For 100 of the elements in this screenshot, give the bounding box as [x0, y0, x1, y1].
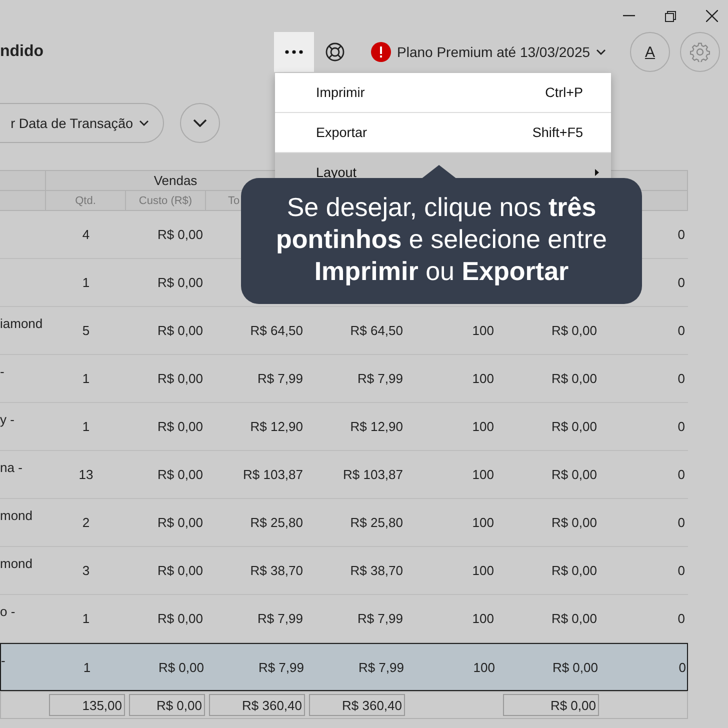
table-cell: y - [0, 412, 14, 427]
plan-dropdown[interactable]: Plano Premium até 13/03/2025 [371, 42, 606, 62]
table-cell: R$ 0,00 [157, 419, 203, 434]
table-cell: R$ 25,80 [350, 515, 403, 530]
table-cell: 5 [82, 323, 90, 338]
table-cell: R$ 64,50 [250, 323, 303, 338]
table-cell: R$ 0,00 [157, 467, 203, 482]
more-icon [285, 50, 303, 54]
more-button[interactable] [274, 32, 314, 72]
table-cell: 1 [82, 371, 90, 386]
table-cell: 4 [82, 227, 90, 242]
table-cell: R$ 0,00 [551, 467, 597, 482]
table-cell: 0 [678, 611, 685, 626]
table-cell: 100 [472, 467, 494, 482]
table-cell: R$ 0,00 [551, 611, 597, 626]
table-cell: 1 [82, 611, 90, 626]
table-cell: R$ 38,70 [350, 563, 403, 578]
table-cell: R$ 0,00 [551, 563, 597, 578]
table-cell: R$ 0,00 [551, 371, 597, 386]
table-row[interactable]: iamond 5 R$ 0,00 R$ 64,50 R$ 64,50 100 R$ 0,00 0 [0, 307, 688, 355]
page-title: ndido [0, 43, 45, 61]
table-cell: mond [0, 556, 33, 571]
chevron-down-icon [596, 49, 606, 55]
submenu-arrow-icon [595, 169, 599, 176]
close-icon[interactable] [706, 10, 718, 22]
table-cell: R$ 7,99 [357, 611, 403, 626]
shortcut-label: Ctrl+P [545, 85, 583, 100]
table-cell: R$ 0,00 [157, 563, 203, 578]
menu-item[interactable]: Imprimir Ctrl+P [275, 73, 611, 113]
table-cell: R$ 0,00 [157, 275, 203, 290]
minimize-icon[interactable] [623, 15, 635, 17]
menu-label: Exportar [316, 125, 368, 140]
table-cell: 1 [82, 275, 90, 290]
table-cell: 100 [472, 515, 494, 530]
table-cell: R$ 12,90 [250, 419, 303, 434]
table-cell: R$ 38,70 [250, 563, 303, 578]
table-cell: - [0, 364, 4, 379]
table-cell: 1 [82, 419, 90, 434]
total-cell: 135,00 [49, 694, 125, 716]
table-cell: 100 [472, 611, 494, 626]
table-cell: R$ 0,00 [551, 515, 597, 530]
table-row[interactable]: mond 3 R$ 0,00 R$ 38,70 R$ 38,70 100 R$ 0,00 0 [0, 547, 688, 595]
table-cell: 100 [473, 660, 495, 674]
menu-label: Layout [316, 165, 357, 180]
table-cell: R$ 0,00 [157, 323, 203, 338]
table-row[interactable]: - 1 R$ 0,00 R$ 7,99 R$ 7,99 100 R$ 0,00 0 [0, 355, 688, 403]
chevron-down-icon [193, 119, 207, 127]
text-style-button[interactable]: A [630, 32, 670, 72]
table-cell: R$ 7,99 [358, 660, 404, 674]
table-cell: 100 [472, 371, 494, 386]
total-cell: R$ 360,40 [309, 694, 405, 716]
table-cell: 0 [678, 275, 685, 290]
table-cell: R$ 0,00 [157, 227, 203, 242]
table-cell: R$ 7,99 [257, 371, 303, 386]
table-row[interactable]: y - 1 R$ 0,00 R$ 12,90 R$ 12,90 100 R$ 0,00 0 [0, 403, 688, 451]
table-cell: 0 [678, 515, 685, 530]
table-cell: 100 [472, 419, 494, 434]
filter-dropdown[interactable]: r Data de Transação [0, 103, 164, 143]
table-cell: R$ 7,99 [357, 371, 403, 386]
table-cell: 3 [82, 563, 90, 578]
table-cell: 100 [472, 323, 494, 338]
total-cell: R$ 0,00 [129, 694, 205, 716]
table-cell: 0 [678, 227, 685, 242]
table-cell: 13 [78, 467, 94, 482]
table-cell: 0 [678, 371, 685, 386]
table-cell: R$ 0,00 [551, 419, 597, 434]
table-cell: R$ 0,00 [157, 515, 203, 530]
table-cell: R$ 103,87 [343, 467, 403, 482]
table-cell: - [1, 653, 6, 668]
table-row[interactable]: - 1 R$ 0,00 R$ 7,99 R$ 7,99 100 R$ 0,00 0 [0, 643, 688, 691]
table-cell: R$ 7,99 [258, 660, 304, 674]
table-cell: 0 [678, 563, 685, 578]
table-cell: R$ 12,90 [350, 419, 403, 434]
table-cell: 2 [82, 515, 90, 530]
settings-icon [690, 42, 710, 62]
lifebuoy-icon[interactable] [325, 42, 345, 62]
table-cell: 0 [678, 419, 685, 434]
table-cell: iamond [0, 316, 43, 331]
shortcut-label: Shift+F5 [532, 125, 583, 140]
table-cell: 100 [472, 563, 494, 578]
table-row[interactable]: mond 2 R$ 0,00 R$ 25,80 R$ 25,80 100 R$ 0,00 0 [0, 499, 688, 547]
table-row[interactable]: na - 13 R$ 0,00 R$ 103,87 R$ 103,87 100 R$ 0,00 0 [0, 451, 688, 499]
table-cell: 0 [678, 660, 686, 674]
table-cell: o - [0, 604, 16, 619]
table-cell: R$ 0,00 [552, 660, 598, 674]
table-cell: R$ 7,99 [257, 611, 303, 626]
table-cell: 0 [678, 467, 685, 482]
table-cell: R$ 0,00 [157, 611, 203, 626]
table-cell: 0 [678, 323, 685, 338]
menu-label: Imprimir [316, 85, 365, 100]
table-cell: R$ 25,80 [250, 515, 303, 530]
table-cell: R$ 0,00 [158, 660, 204, 674]
table-cell: na - [0, 460, 22, 475]
table-cell: R$ 0,00 [157, 371, 203, 386]
total-cell: R$ 0,00 [503, 694, 599, 716]
table-cell: mond [0, 508, 33, 523]
menu-item[interactable]: Exportar Shift+F5 [275, 113, 611, 153]
table-cell: R$ 64,50 [350, 323, 403, 338]
restore-icon[interactable] [665, 10, 676, 22]
table-cell: R$ 103,87 [243, 467, 303, 482]
